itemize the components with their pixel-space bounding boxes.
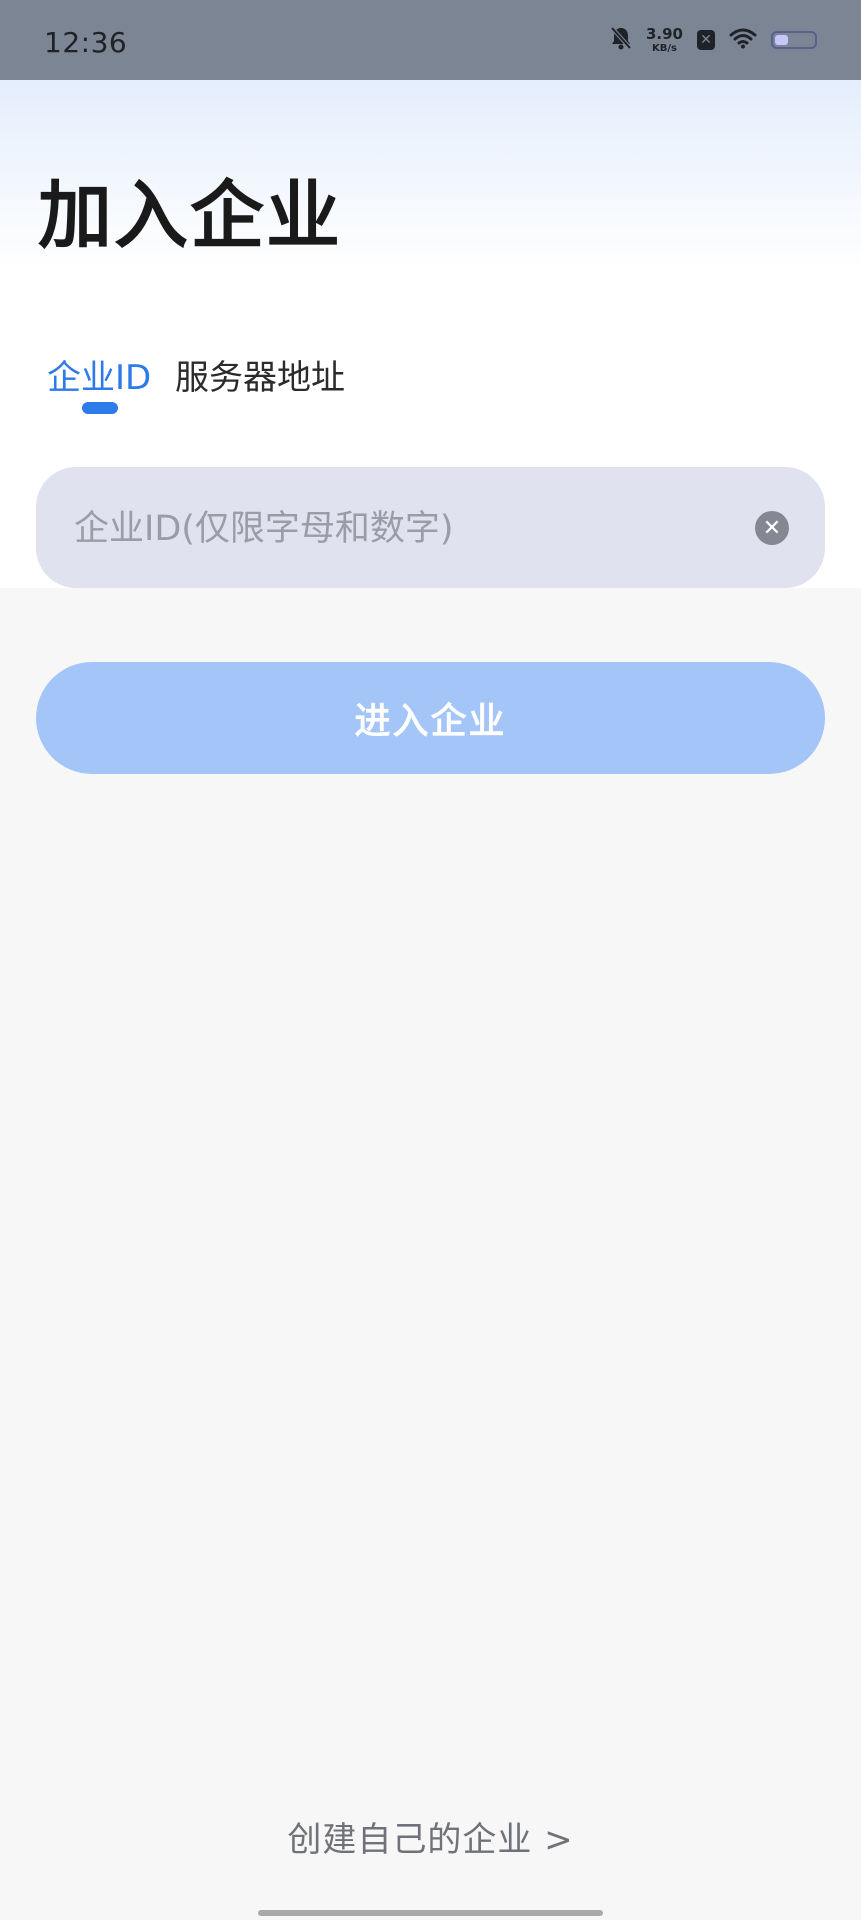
status-icons: 3.90 KB/s ✕ [610, 26, 817, 54]
enterprise-id-field: ✕ [36, 467, 825, 590]
battery-fill [775, 35, 788, 45]
network-speed-value: 3.90 [645, 24, 683, 43]
enterprise-id-input[interactable] [72, 467, 756, 590]
tab-enterprise-id[interactable]: 企业ID [47, 350, 151, 399]
status-bar: 12:36 3.90 KB/s ✕ [0, 0, 861, 80]
network-speed: 3.90 KB/s [645, 24, 683, 54]
clear-input-icon[interactable]: ✕ [755, 511, 789, 545]
home-indicator[interactable] [258, 1910, 603, 1916]
create-enterprise-link[interactable]: 创建自己的企业 > [0, 1812, 861, 1861]
tab-active-indicator [82, 402, 118, 414]
battery-icon [771, 31, 817, 49]
tab-server-address[interactable]: 服务器地址 [175, 350, 345, 399]
wifi-icon [729, 27, 757, 53]
network-speed-unit: KB/s [652, 42, 677, 54]
status-time: 12:36 [44, 26, 128, 59]
enter-enterprise-button[interactable]: 进入企业 [36, 662, 825, 774]
bell-muted-icon [610, 26, 632, 54]
page-title: 加入企业 [38, 173, 342, 259]
x-badge-icon: ✕ [697, 30, 715, 50]
